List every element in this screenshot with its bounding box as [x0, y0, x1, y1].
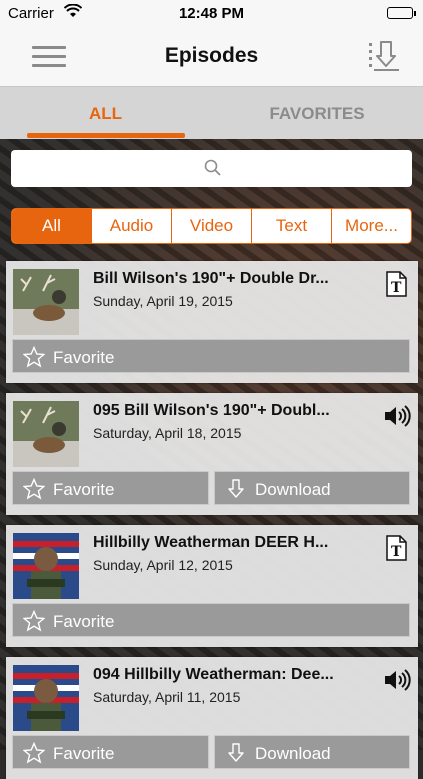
- filter-audio[interactable]: Audio: [91, 209, 171, 243]
- speaker-audio-icon: [383, 403, 411, 429]
- favorite-button[interactable]: Favorite: [12, 735, 209, 769]
- episode-thumbnail: [13, 269, 79, 335]
- episode-title: Bill Wilson's 190"+ Double Dr...: [93, 270, 329, 287]
- filter-all[interactable]: All: [12, 209, 91, 243]
- download-label: Download: [255, 744, 331, 763]
- filter-video[interactable]: Video: [171, 209, 251, 243]
- active-tab-indicator: [27, 133, 185, 138]
- text-document-icon: T: [383, 271, 409, 297]
- favorite-button[interactable]: Favorite: [12, 471, 209, 505]
- episode-card[interactable]: Bill Wilson's 190"+ Double Dr... Sunday,…: [6, 261, 418, 383]
- episode-thumbnail: [13, 533, 79, 599]
- episode-tabs: ALL FAVORITES: [0, 87, 423, 139]
- episode-date: Sunday, April 12, 2015: [93, 557, 233, 573]
- favorite-label: Favorite: [53, 480, 115, 499]
- episode-card[interactable]: 094 Hillbilly Weatherman: Dee... Saturda…: [6, 657, 418, 779]
- favorite-button[interactable]: Favorite: [12, 603, 410, 637]
- tab-all[interactable]: ALL: [0, 87, 211, 139]
- status-bar: Carrier 12:48 PM: [0, 0, 423, 28]
- download-all-icon[interactable]: [366, 39, 402, 75]
- speaker-audio-icon: [383, 667, 411, 693]
- episode-date: Sunday, April 19, 2015: [93, 293, 233, 309]
- svg-text:T: T: [391, 544, 402, 560]
- favorite-button[interactable]: Favorite: [12, 339, 410, 373]
- download-arrow-icon: [228, 479, 244, 498]
- hamburger-menu-icon[interactable]: [32, 46, 66, 68]
- search-icon: [204, 159, 221, 176]
- episode-thumbnail: [13, 665, 79, 731]
- download-button[interactable]: Download: [214, 735, 410, 769]
- episode-title: 094 Hillbilly Weatherman: Dee...: [93, 666, 334, 683]
- download-label: Download: [255, 480, 331, 499]
- filter-more[interactable]: More...: [331, 209, 411, 243]
- filter-text[interactable]: Text: [251, 209, 331, 243]
- star-icon: [23, 478, 45, 500]
- download-arrow-icon: [228, 743, 244, 762]
- media-filter: All Audio Video Text More...: [11, 208, 412, 244]
- text-document-icon: T: [383, 535, 409, 561]
- download-button[interactable]: Download: [214, 471, 410, 505]
- tab-favorites[interactable]: FAVORITES: [211, 87, 423, 139]
- episode-thumbnail: [13, 401, 79, 467]
- svg-text:T: T: [391, 280, 402, 296]
- clock: 12:48 PM: [178, 5, 245, 22]
- episode-title: Hillbilly Weatherman DEER H...: [93, 534, 329, 551]
- episode-card[interactable]: 095 Bill Wilson's 190"+ Doubl... Saturda…: [6, 393, 418, 515]
- episode-card[interactable]: Hillbilly Weatherman DEER H... Sunday, A…: [6, 525, 418, 647]
- star-icon: [23, 610, 45, 632]
- star-icon: [23, 346, 45, 368]
- favorite-label: Favorite: [53, 348, 115, 367]
- battery-icon: [387, 7, 416, 19]
- episode-date: Saturday, April 11, 2015: [93, 689, 241, 705]
- favorite-label: Favorite: [53, 744, 115, 763]
- episode-date: Saturday, April 18, 2015: [93, 425, 242, 441]
- search-input[interactable]: [11, 150, 412, 187]
- star-icon: [23, 742, 45, 764]
- episode-title: 095 Bill Wilson's 190"+ Doubl...: [93, 402, 330, 419]
- favorite-label: Favorite: [53, 612, 115, 631]
- navigation-bar: Episodes: [0, 28, 423, 87]
